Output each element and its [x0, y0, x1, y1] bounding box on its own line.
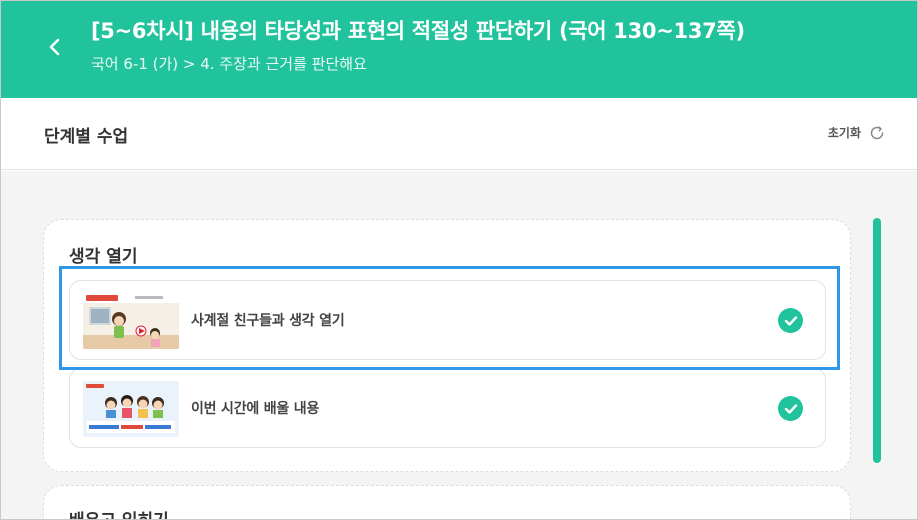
- step-card-title: 생각 열기: [69, 247, 138, 267]
- lesson-content: 생각 열기 사계절 친구들과 생각 열기 이번 시간에 배울 내용: [1, 171, 917, 519]
- lesson-item-objectives[interactable]: 이번 시간에 배울 내용: [69, 368, 826, 448]
- check-circle-icon: [778, 308, 803, 333]
- check-circle-icon: [778, 396, 803, 421]
- lesson-item-seasons[interactable]: 사계절 친구들과 생각 열기: [69, 280, 826, 360]
- classroom-scene-thumbnail: [83, 293, 179, 349]
- reset-button[interactable]: 초기화: [828, 124, 885, 141]
- step-card-practice: 배우고 익히기: [43, 485, 851, 519]
- section-bar: 단계별 수업 초기화: [1, 98, 917, 170]
- step-card-thinking: 생각 열기 사계절 친구들과 생각 열기 이번 시간에 배울 내용: [43, 219, 851, 472]
- reset-label: 초기화: [827, 126, 861, 140]
- step-card-title: 배우고 익히기: [69, 506, 169, 519]
- scrollbar-thumb[interactable]: [873, 218, 881, 463]
- students-lesson-thumbnail: [83, 381, 179, 437]
- header-bar: [5~6차시] 내용의 타당성과 표현의 적절성 판단하기 (국어 130~13…: [1, 1, 917, 98]
- page-title: [5~6차시] 내용의 타당성과 표현의 적절성 판단하기 (국어 130~13…: [91, 19, 745, 43]
- section-title: 단계별 수업: [44, 127, 129, 147]
- chevron-left-icon: [49, 38, 60, 56]
- lesson-label: 이번 시간에 배울 내용: [191, 401, 320, 417]
- lesson-label: 사계절 친구들과 생각 열기: [191, 313, 345, 329]
- refresh-icon: [870, 125, 884, 139]
- breadcrumb: 국어 6-1 (가) > 4. 주장과 근거를 판단해요: [91, 55, 367, 73]
- back-button[interactable]: [37, 29, 73, 65]
- app-window: [5~6차시] 내용의 타당성과 표현의 적절성 판단하기 (국어 130~13…: [0, 0, 918, 520]
